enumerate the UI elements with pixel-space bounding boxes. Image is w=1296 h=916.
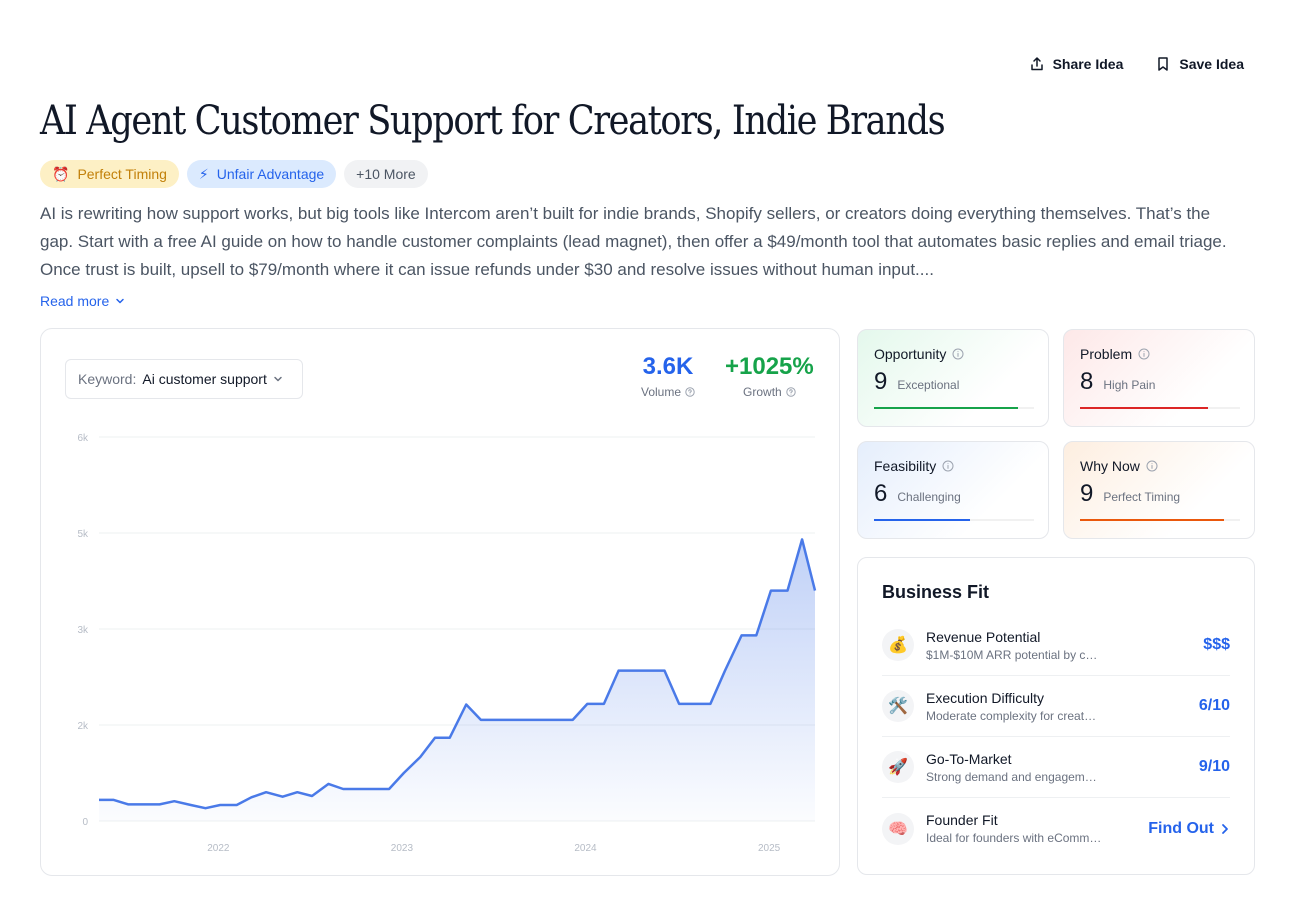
score-verdict: Challenging [897, 490, 961, 504]
score-card-opportunity[interactable]: Opportunity 9 Exceptional [857, 329, 1049, 427]
x-tick-label: 2024 [574, 843, 597, 854]
score-fill [1080, 519, 1224, 521]
find-out-label: Find Out [1148, 819, 1214, 837]
score-fill [874, 407, 1018, 409]
info-icon[interactable] [1146, 460, 1158, 472]
score-verdict: High Pain [1103, 378, 1156, 392]
biz-item-description: Ideal for founders with eCommerce and su… [926, 831, 1102, 845]
trend-chart: 0 2k 3k 5k 6k 2022 2023 2024 2025 [77, 433, 817, 854]
biz-item-value: $$$ [1203, 636, 1230, 653]
score-card-problem[interactable]: Problem 8 High Pain [1063, 329, 1255, 427]
growth-value: +1025% [725, 353, 814, 380]
growth-stat: +1025% Growth [725, 353, 814, 399]
score-value: 9 [1080, 480, 1094, 507]
volume-stat: 3.6K Volume [641, 353, 695, 399]
biz-item-execution-difficulty[interactable]: 🛠️ Execution Difficulty Moderate complex… [882, 676, 1230, 737]
page-title: AI Agent Customer Support for Creators, … [40, 98, 946, 144]
chevron-right-icon [1222, 823, 1228, 834]
y-tick-label: 6k [77, 433, 89, 444]
business-fit-list: 💰 Revenue Potential $1M-$10M ARR potenti… [882, 615, 1230, 859]
score-fill [1080, 407, 1208, 409]
share-idea-label: Share Idea [1052, 56, 1124, 72]
tag-list: ⏰ Perfect Timing ⚡ Unfair Advantage +10 … [40, 160, 428, 188]
volume-label: Volume [641, 385, 682, 399]
help-icon[interactable] [685, 387, 695, 397]
score-name: Opportunity [874, 346, 947, 362]
biz-item-revenue-potential[interactable]: 💰 Revenue Potential $1M-$10M ARR potenti… [882, 615, 1230, 676]
read-more-label: Read more [40, 293, 110, 309]
score-value: 8 [1080, 368, 1094, 395]
score-fill [874, 519, 970, 521]
tag-label: +10 More [356, 166, 416, 182]
save-idea-label: Save Idea [1179, 56, 1244, 72]
tag-unfair-advantage[interactable]: ⚡ Unfair Advantage [186, 160, 337, 188]
keyword-value: Ai customer support [142, 371, 267, 387]
score-name: Problem [1080, 346, 1133, 362]
tag-label: Unfair Advantage [216, 166, 325, 182]
tag-label: Perfect Timing [77, 166, 167, 182]
score-name: Why Now [1080, 458, 1140, 474]
x-tick-label: 2025 [758, 843, 781, 854]
share-icon [1030, 57, 1043, 71]
biz-item-name: Founder Fit [926, 812, 998, 828]
header-actions: Share Idea Save Idea [1029, 56, 1244, 72]
y-tick-label: 2k [77, 721, 89, 732]
biz-item-value: 6/10 [1198, 697, 1230, 714]
x-tick-label: 2023 [391, 843, 414, 854]
trend-area [99, 539, 815, 821]
business-fit-card: Business Fit 💰 Revenue Potential $1M-$10… [857, 557, 1255, 875]
score-name: Feasibility [874, 458, 937, 474]
y-tick-label: 0 [82, 817, 88, 828]
score-track [874, 407, 1034, 409]
score-card-feasibility[interactable]: Feasibility 6 Challenging [857, 441, 1049, 539]
biz-item-name: Execution Difficulty [926, 689, 1045, 706]
score-card-why-now[interactable]: Why Now 9 Perfect Timing [1063, 441, 1255, 539]
lightning-icon: ⚡ [198, 165, 209, 182]
rocket-icon: 🚀 [882, 751, 914, 783]
tag-perfect-timing[interactable]: ⏰ Perfect Timing [40, 160, 179, 188]
score-track [874, 519, 1034, 521]
find-out-link[interactable]: Find Out [1148, 820, 1230, 838]
tag-more-button[interactable]: +10 More [344, 160, 428, 188]
volume-value: 3.6K [642, 353, 694, 380]
biz-item-description: Moderate complexity for creators and sma… [926, 708, 1102, 723]
biz-item-founder-fit[interactable]: 🧠 Founder Fit Ideal for founders with eC… [882, 798, 1230, 859]
alarm-clock-icon: ⏰ [52, 165, 70, 182]
biz-item-name: Revenue Potential [926, 628, 1041, 645]
y-tick-label: 3k [77, 625, 89, 636]
score-value: 9 [874, 368, 888, 395]
biz-item-go-to-market[interactable]: 🚀 Go-To-Market Strong demand and engagem… [882, 737, 1230, 798]
keyword-label: Keyword: [78, 371, 137, 387]
score-track [1080, 519, 1240, 521]
chevron-down-icon [116, 298, 125, 304]
growth-label: Growth [743, 385, 782, 399]
business-fit-title: Business Fit [882, 582, 990, 602]
idea-description: AI is rewriting how support works, but b… [40, 204, 1227, 279]
keyword-select[interactable]: Keyword: Ai customer support [65, 359, 303, 399]
money-bag-icon: 💰 [882, 629, 914, 661]
x-tick-label: 2022 [207, 843, 230, 854]
tools-icon: 🛠️ [882, 690, 914, 722]
score-value: 6 [874, 480, 888, 507]
read-more-link[interactable]: Read more [40, 293, 125, 309]
chevron-down-icon [274, 376, 282, 382]
score-track [1080, 407, 1240, 409]
biz-item-description: $1M-$10M ARR potential by capturing the … [926, 647, 1102, 662]
share-idea-button[interactable]: Share Idea [1029, 56, 1124, 72]
biz-item-name: Go-To-Market [926, 750, 1012, 767]
help-icon[interactable] [786, 387, 796, 397]
trend-card: Keyword: Ai customer support 3.6K Volume… [40, 328, 840, 876]
info-icon[interactable] [1138, 348, 1150, 360]
brain-icon: 🧠 [882, 812, 914, 845]
score-verdict: Exceptional [897, 378, 960, 392]
info-icon[interactable] [952, 348, 964, 360]
biz-item-description: Strong demand and engagement from creato… [926, 769, 1102, 784]
biz-item-value: 9/10 [1198, 758, 1230, 775]
y-tick-label: 5k [77, 529, 89, 540]
score-verdict: Perfect Timing [1103, 490, 1181, 504]
info-icon[interactable] [942, 460, 954, 472]
bookmark-icon [1158, 57, 1169, 71]
save-idea-button[interactable]: Save Idea [1155, 56, 1244, 72]
